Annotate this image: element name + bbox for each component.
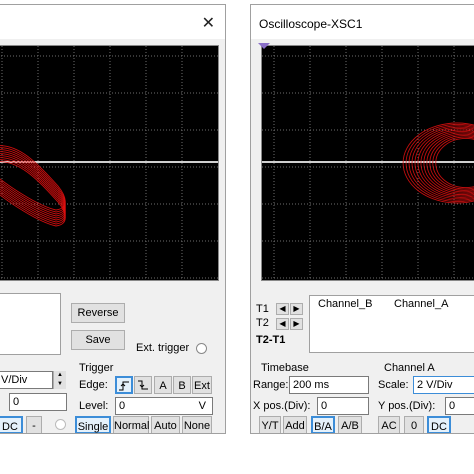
cursor-marker-icon[interactable] [258, 43, 270, 49]
timebase-scale-field[interactable]: 200 ms [289, 376, 369, 394]
left-scope-display [0, 46, 218, 280]
window-title: Oscilloscope-XSC1 [259, 17, 363, 31]
channel-a-scale-field[interactable]: 2 V/Div [413, 376, 474, 394]
trigger-single-button[interactable]: Single [75, 416, 111, 433]
channel-minus-button[interactable]: - [26, 416, 42, 433]
right-grid [262, 46, 474, 280]
trigger-level-value: 0 [119, 400, 126, 412]
trigger-level-unit: V [198, 400, 206, 412]
trigger-none-button[interactable]: None [182, 416, 212, 433]
coupling-dc-button[interactable]: DC [427, 416, 451, 433]
trigger-edge-label: Edge: [79, 379, 108, 391]
ext-trigger-label: Ext. trigger [136, 342, 190, 354]
rising-edge-icon [119, 381, 129, 391]
x-position-label: X pos.(Div): [253, 400, 311, 412]
channel-a-ypos-field[interactable]: 0 [445, 397, 474, 415]
cursor-t1-label: T1 [256, 303, 269, 315]
left-title-bar: ✕ [0, 5, 225, 39]
mode-ba-button[interactable]: B/A [311, 416, 335, 433]
column-channel-a: Channel_A [394, 298, 449, 310]
mode-ab-button[interactable]: A/B [338, 416, 362, 433]
close-button[interactable]: ✕ [202, 13, 215, 33]
cursor-t2t1-label: T2-T1 [256, 334, 286, 346]
trigger-title: Trigger [79, 362, 114, 374]
timebase-title: Timebase [261, 362, 309, 374]
channel-scale-stepper[interactable]: ▲ ▼ [53, 371, 66, 389]
trigger-level-field[interactable]: 0 V [115, 397, 213, 415]
ext-trigger-radio[interactable] [196, 343, 207, 354]
trigger-level-label: Level: [79, 400, 109, 412]
left-oscilloscope-window: ✕ Reverse Save Ext. trigger V/Div ▲ ▼ 0 D… [0, 4, 226, 434]
save-button[interactable]: Save [71, 330, 125, 350]
trigger-source-b-button[interactable]: B [173, 376, 191, 394]
reverse-button[interactable]: Reverse [71, 303, 125, 323]
channel-a-title: Channel A [384, 362, 435, 374]
t2-left-arrow-button[interactable]: ◀ [276, 318, 289, 330]
trigger-source-a-button[interactable]: A [154, 376, 172, 394]
trigger-auto-button[interactable]: Auto [151, 416, 180, 433]
t2-right-arrow-button[interactable]: ▶ [290, 318, 303, 330]
mode-add-button[interactable]: Add [283, 416, 307, 433]
falling-edge-icon [138, 380, 148, 390]
t1-left-arrow-button[interactable]: ◀ [276, 303, 289, 315]
mode-yt-button[interactable]: Y/T [259, 416, 281, 433]
right-title-bar: Oscilloscope-XSC1 [251, 5, 474, 39]
trigger-normal-button[interactable]: Normal [113, 416, 149, 433]
right-scope-display [262, 46, 474, 280]
column-channel-b: Channel_B [318, 298, 373, 310]
coupling-zero-button[interactable]: 0 [404, 416, 424, 433]
right-scope-screen [261, 45, 474, 281]
channel-a-ypos-label: Y pos.(Div): [378, 400, 436, 412]
channel-ypos-field[interactable]: 0 [9, 393, 67, 411]
trigger-source-ext-button[interactable]: Ext [192, 376, 212, 394]
channel-dc-button[interactable]: DC [0, 416, 23, 433]
right-oscilloscope-window: Oscilloscope-XSC1 T1 ◀ ▶ T2 ◀ ▶ T2-T1 Ch… [250, 4, 474, 434]
timebase-scale-label: Range: [253, 379, 289, 391]
coupling-ac-button[interactable]: AC [378, 416, 400, 433]
left-readout-panel [0, 293, 61, 355]
cursor-t2-label: T2 [256, 317, 269, 329]
rising-edge-button[interactable] [115, 376, 133, 394]
falling-edge-button[interactable] [134, 376, 152, 394]
channel-radio[interactable] [55, 419, 66, 430]
channel-a-scale-label: Scale: [378, 379, 409, 391]
x-position-field[interactable]: 0 [317, 397, 369, 415]
channel-scale-field[interactable]: V/Div [0, 371, 53, 389]
left-scope-screen [0, 45, 219, 281]
left-trace [0, 145, 66, 227]
t1-right-arrow-button[interactable]: ▶ [290, 303, 303, 315]
cursor-readout-panel: Channel_B Channel_A [309, 295, 474, 353]
